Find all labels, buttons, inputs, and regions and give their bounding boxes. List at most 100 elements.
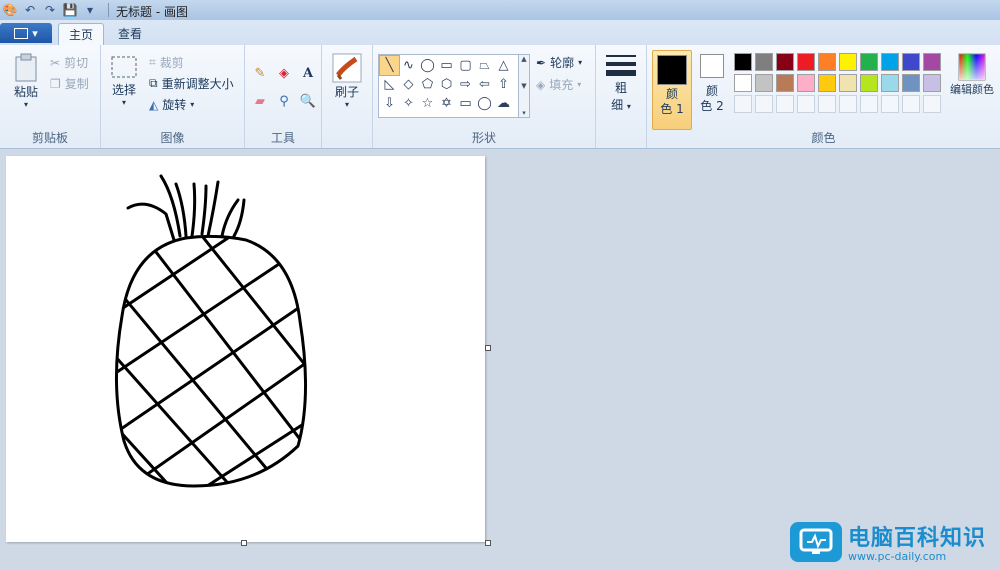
five-point-star-shape-icon[interactable]: ☆ [418, 94, 437, 113]
paint-app-icon[interactable]: 🎨 [2, 2, 18, 18]
palette-swatch-empty[interactable] [923, 95, 941, 113]
crop-icon: ⌗ [149, 55, 156, 69]
quick-access-toolbar: 🎨 ↶ ↷ 💾 ▾ [2, 2, 98, 18]
up-arrow-shape-icon[interactable]: ⇧ [494, 75, 513, 94]
edit-colors-button[interactable]: 编辑颜色 [946, 53, 998, 97]
palette-swatch[interactable] [860, 74, 878, 92]
hexagon-shape-icon[interactable]: ⬡ [437, 75, 456, 94]
pentagon-shape-icon[interactable]: ⬠ [418, 75, 437, 94]
clipboard-icon [13, 53, 39, 83]
palette-swatch-empty[interactable] [839, 95, 857, 113]
resize-handle-right[interactable] [485, 345, 491, 351]
resize-button[interactable]: ⧉ 重新调整大小 [149, 75, 234, 92]
watermark-title: 电脑百科知识 [848, 526, 987, 551]
palette-swatch[interactable] [881, 53, 899, 71]
triangle-shape-icon[interactable]: △ [494, 56, 513, 75]
palette-swatch[interactable] [881, 74, 899, 92]
rotate-dropdown-arrow: ▾ [190, 100, 195, 109]
cloud-callout-shape-icon[interactable]: ☁ [494, 94, 513, 113]
palette-swatch[interactable] [776, 74, 794, 92]
palette-swatch[interactable] [839, 53, 857, 71]
copy-button[interactable]: ❐ 复制 [50, 75, 89, 92]
scroll-down-icon[interactable]: ▼ [521, 82, 526, 90]
palette-swatch-empty[interactable] [860, 95, 878, 113]
text-tool-icon[interactable]: A [298, 63, 318, 83]
clipboard-group: 粘贴 ▾ ✂ 剪切 ❐ 复制 剪贴板 [0, 45, 101, 148]
brushes-button[interactable]: 刷子 ▾ [330, 53, 364, 109]
down-arrow-shape-icon[interactable]: ⇩ [380, 94, 399, 113]
color1-button[interactable]: 颜色 1 [652, 50, 692, 130]
diamond-shape-icon[interactable]: ◇ [399, 75, 418, 94]
canvas-area[interactable] [0, 149, 1000, 570]
palette-swatch-empty[interactable] [881, 95, 899, 113]
rounded-rectangle-shape-icon[interactable]: ▢ [456, 56, 475, 75]
palette-swatch[interactable] [734, 53, 752, 71]
undo-icon[interactable]: ↶ [22, 2, 38, 18]
colors-group-label: 颜色 [811, 131, 836, 145]
pencil-icon[interactable]: ✎ [250, 63, 270, 83]
fill-bucket-icon[interactable]: ◈ [274, 63, 294, 83]
rectangle-shape-icon[interactable]: ▭ [437, 56, 456, 75]
palette-swatch[interactable] [839, 74, 857, 92]
color-picker-icon[interactable]: ⚲ [274, 91, 294, 111]
oval-callout-shape-icon[interactable]: ◯ [475, 94, 494, 113]
rect-callout-shape-icon[interactable]: ▭ [456, 94, 475, 113]
palette-swatch[interactable] [902, 53, 920, 71]
four-point-star-shape-icon[interactable]: ✧ [399, 94, 418, 113]
resize-handle-bottom[interactable] [241, 540, 247, 546]
select-button[interactable]: 选择 ▾ [107, 53, 141, 107]
ribbon-tab-bar: ▾ 主页 查看 [0, 20, 1000, 46]
shapes-scrollbar[interactable]: ▲ ▼ ▾ [518, 54, 530, 118]
palette-swatch[interactable] [923, 74, 941, 92]
redo-icon[interactable]: ↷ [42, 2, 58, 18]
drawing-canvas[interactable] [6, 156, 485, 542]
palette-swatch[interactable] [797, 74, 815, 92]
customize-qat-icon[interactable]: ▾ [82, 2, 98, 18]
palette-swatch-empty[interactable] [755, 95, 773, 113]
right-arrow-shape-icon[interactable]: ⇨ [456, 75, 475, 94]
palette-swatch[interactable] [734, 74, 752, 92]
palette-swatch[interactable] [818, 74, 836, 92]
title-separator [108, 3, 109, 17]
tab-view[interactable]: 查看 [108, 23, 152, 45]
color2-button[interactable]: 颜色 2 [697, 50, 727, 114]
palette-swatch-empty[interactable] [902, 95, 920, 113]
right-triangle-shape-icon[interactable]: ◺ [380, 75, 399, 94]
size-button[interactable]: 粗 细 ▾ [604, 53, 638, 113]
resize-handle-corner[interactable] [485, 540, 491, 546]
palette-swatch-empty[interactable] [797, 95, 815, 113]
fill-button[interactable]: ◈ 填充 ▾ [536, 76, 581, 93]
brushes-label: 刷子 [334, 85, 359, 99]
polygon-shape-icon[interactable]: ⏢ [475, 56, 494, 75]
paste-button[interactable]: 粘贴 ▾ [8, 53, 44, 109]
palette-swatch-empty[interactable] [776, 95, 794, 113]
resize-icon: ⧉ [149, 76, 158, 90]
oval-shape-icon[interactable]: ◯ [418, 56, 437, 75]
eraser-icon[interactable]: ▰ [250, 91, 270, 111]
select-rect-icon [109, 53, 139, 81]
line-shape-icon[interactable]: ╲ [379, 55, 400, 76]
scroll-more-icon[interactable]: ▾ [522, 109, 526, 117]
scroll-up-icon[interactable]: ▲ [521, 55, 526, 63]
palette-swatch[interactable] [755, 74, 773, 92]
save-icon[interactable]: 💾 [62, 2, 78, 18]
palette-swatch[interactable] [818, 53, 836, 71]
palette-swatch[interactable] [923, 53, 941, 71]
palette-swatch[interactable] [860, 53, 878, 71]
tab-home[interactable]: 主页 [58, 23, 104, 46]
curve-shape-icon[interactable]: ∿ [399, 56, 418, 75]
palette-swatch[interactable] [902, 74, 920, 92]
palette-swatch-empty[interactable] [818, 95, 836, 113]
palette-swatch[interactable] [797, 53, 815, 71]
rotate-button[interactable]: ◭ 旋转 ▾ [149, 96, 194, 113]
file-menu-button[interactable]: ▾ [0, 23, 52, 43]
magnifier-icon[interactable]: 🔍 [298, 91, 318, 111]
crop-button[interactable]: ⌗ 裁剪 [149, 54, 184, 71]
left-arrow-shape-icon[interactable]: ⇦ [475, 75, 494, 94]
palette-swatch[interactable] [776, 53, 794, 71]
outline-button[interactable]: ✒ 轮廓 ▾ [536, 54, 582, 71]
six-point-star-shape-icon[interactable]: ✡ [437, 94, 456, 113]
palette-swatch-empty[interactable] [734, 95, 752, 113]
palette-swatch[interactable] [755, 53, 773, 71]
cut-button[interactable]: ✂ 剪切 [50, 54, 88, 71]
